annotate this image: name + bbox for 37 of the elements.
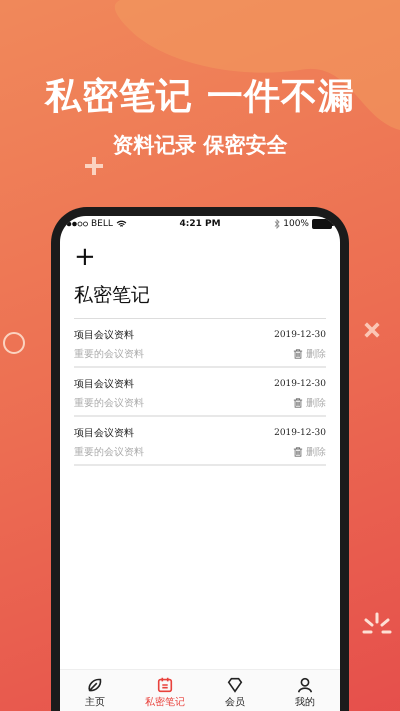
- tab[interactable]: 主页: [60, 676, 130, 709]
- battery-icon: [312, 219, 334, 229]
- note-summary: 重要的会议资料: [74, 396, 144, 410]
- note-item[interactable]: 项目会议资料 2019-12-30 重要的会议资料 删除: [74, 368, 326, 417]
- note-title: 项目会议资料: [74, 426, 134, 440]
- note-item[interactable]: 项目会议资料 2019-12-30 重要的会议资料 删除: [74, 417, 326, 466]
- add-button[interactable]: +: [74, 244, 96, 270]
- note-date: 2019-12-30: [274, 330, 326, 340]
- note-summary: 重要的会议资料: [74, 446, 144, 459]
- person-icon: [296, 676, 314, 694]
- tab[interactable]: 我的: [270, 676, 340, 709]
- subtitle: 资料记录 保密安全: [112, 132, 288, 159]
- calendar-icon: [156, 676, 174, 694]
- trash-icon[interactable]: [293, 398, 303, 408]
- status-time: 4:21 PM: [179, 219, 221, 229]
- leaf-icon: [86, 676, 104, 694]
- note-item[interactable]: 项目会议资料 2019-12-30 重要的会议资料 删除: [74, 319, 326, 368]
- note-date: 2019-12-30: [274, 379, 326, 389]
- note-date: 2019-12-30: [274, 428, 326, 438]
- headline: 私密笔记 一件不漏: [45, 75, 355, 119]
- trash-icon[interactable]: [293, 349, 303, 359]
- page-title: 私密笔记: [74, 282, 326, 319]
- tab[interactable]: 私密笔记: [130, 676, 200, 709]
- circle-icon: [2, 331, 26, 355]
- wifi-icon: [116, 220, 127, 228]
- battery-level: 100%: [283, 219, 309, 229]
- carrier-name: BELL: [91, 219, 113, 229]
- plus-icon: [84, 156, 104, 176]
- note-summary: 重要的会议资料: [74, 348, 144, 361]
- cross-icon: [363, 321, 381, 339]
- diamond-icon: [226, 676, 244, 694]
- tab[interactable]: 会员: [200, 676, 270, 709]
- signal-icon: [66, 221, 88, 227]
- note-title: 项目会议资料: [74, 328, 134, 342]
- note-title: 项目会议资料: [74, 378, 134, 391]
- bluetooth-icon: [274, 219, 280, 229]
- trash-icon[interactable]: [293, 447, 303, 457]
